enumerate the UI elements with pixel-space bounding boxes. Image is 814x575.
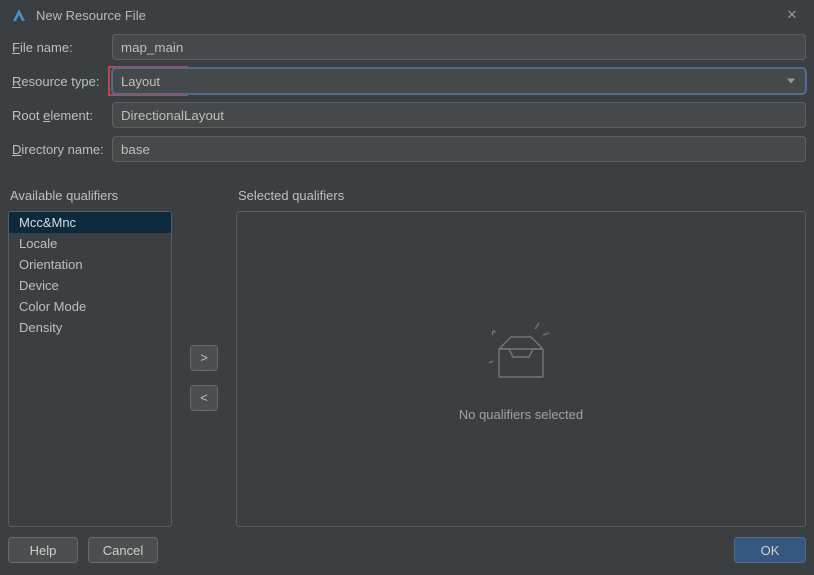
transfer-buttons: > <	[188, 188, 220, 527]
empty-state-text: No qualifiers selected	[459, 407, 583, 422]
form-area: File name: Resource type: Layout Root el…	[0, 30, 814, 170]
resource-type-select[interactable]: Layout	[112, 68, 806, 94]
help-button[interactable]: Help	[8, 537, 78, 563]
list-item[interactable]: Density	[9, 317, 171, 338]
list-item[interactable]: Mcc&Mnc	[9, 212, 171, 233]
dialog-footer: Help Cancel OK	[0, 531, 814, 575]
selected-column: Selected qualifiers No qualifiers select…	[236, 188, 806, 527]
resource-type-label: Resource type:	[8, 74, 112, 89]
titlebar: New Resource File ✕	[0, 0, 814, 30]
app-icon	[10, 6, 28, 24]
qualifiers-area: Available qualifiers Mcc&Mnc Locale Orie…	[0, 170, 814, 531]
root-element-input[interactable]	[112, 102, 806, 128]
row-directory-name: Directory name:	[8, 136, 806, 162]
row-resource-type: Resource type: Layout	[8, 68, 806, 94]
selected-panel: No qualifiers selected	[236, 211, 806, 527]
available-listbox[interactable]: Mcc&Mnc Locale Orientation Device Color …	[8, 211, 172, 527]
available-header: Available qualifiers	[8, 188, 172, 203]
row-root-element: Root element:	[8, 102, 806, 128]
list-item[interactable]: Device	[9, 275, 171, 296]
directory-name-input[interactable]	[112, 136, 806, 162]
list-item[interactable]: Orientation	[9, 254, 171, 275]
list-item[interactable]: Locale	[9, 233, 171, 254]
remove-qualifier-button[interactable]: <	[190, 385, 218, 411]
dialog-title: New Resource File	[36, 8, 780, 23]
selected-header: Selected qualifiers	[236, 188, 806, 203]
file-name-input[interactable]	[112, 34, 806, 60]
directory-name-label: Directory name:	[8, 142, 112, 157]
row-file-name: File name:	[8, 34, 806, 60]
resource-type-value: Layout	[121, 74, 160, 89]
empty-box-icon	[481, 317, 561, 387]
available-column: Available qualifiers Mcc&Mnc Locale Orie…	[8, 188, 172, 527]
cancel-button[interactable]: Cancel	[88, 537, 158, 563]
add-qualifier-button[interactable]: >	[190, 345, 218, 371]
file-name-label: File name:	[8, 40, 112, 55]
list-item[interactable]: Color Mode	[9, 296, 171, 317]
ok-button[interactable]: OK	[734, 537, 806, 563]
close-icon[interactable]: ✕	[780, 7, 804, 23]
chevron-down-icon	[787, 79, 795, 84]
root-element-label: Root element:	[8, 108, 112, 123]
